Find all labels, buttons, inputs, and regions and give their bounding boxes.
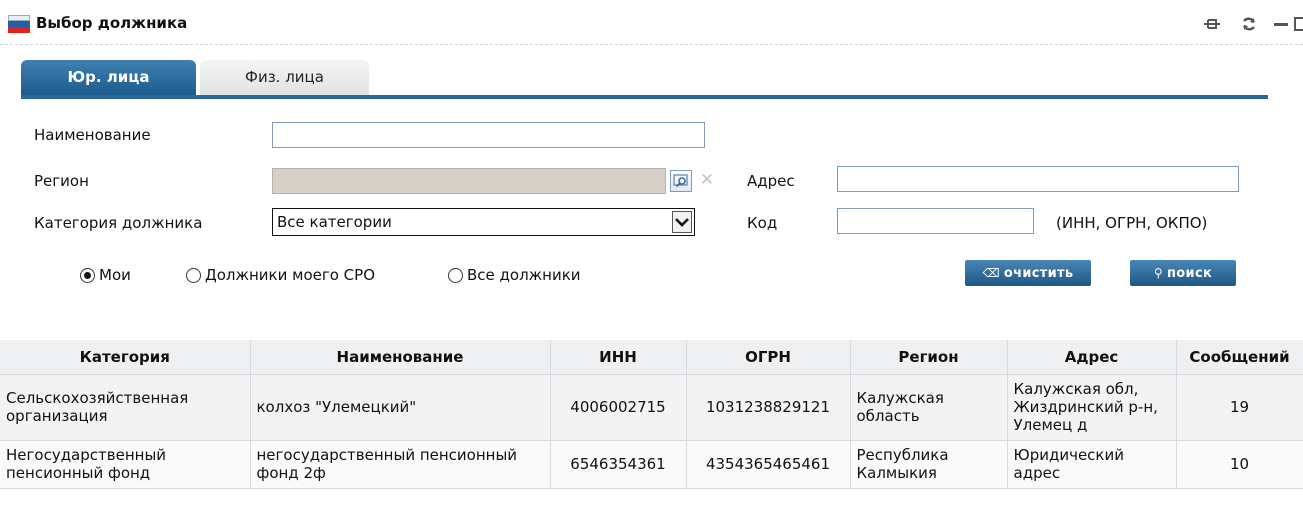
radio-unselected-icon[interactable] — [448, 267, 463, 283]
address-label: Адрес — [747, 172, 795, 190]
radio-unselected-icon[interactable] — [186, 267, 201, 283]
cell-messages: 19 — [1176, 374, 1303, 441]
clear-button[interactable]: ⌫ очистить — [965, 260, 1091, 286]
category-select[interactable]: Все категории — [272, 208, 695, 236]
cell-address: Калужская обл, Жиздринский р-н, Улемец д — [1007, 374, 1177, 441]
radio-my-sro-label: Должники моего СРО — [205, 266, 376, 284]
cell-name: негосударственный пенсионный фонд 2ф — [250, 440, 551, 489]
cell-inn: 4006002715 — [550, 374, 687, 441]
table-row[interactable]: Негосударственный пенсионный фонд негосу… — [0, 440, 1303, 489]
radio-my-sro[interactable]: Должники моего СРО — [186, 264, 375, 286]
tab-individuals[interactable]: Физ. лица — [200, 60, 369, 96]
code-hint: (ИНН, ОГРН, ОКПО) — [1056, 214, 1208, 232]
search-button[interactable]: ⚲ поиск — [1130, 260, 1236, 286]
maximize-icon[interactable] — [1292, 13, 1303, 35]
tab-legal-entities[interactable]: Юр. лица — [21, 60, 196, 96]
column-header-name[interactable]: Наименование — [250, 340, 551, 375]
radio-mine[interactable]: Мои — [80, 264, 131, 286]
clear-icon[interactable]: ✕ — [696, 170, 718, 192]
cell-ogrn: 1031238829121 — [686, 374, 851, 441]
column-header-address[interactable]: Адрес — [1007, 340, 1177, 375]
minimize-icon[interactable] — [1270, 13, 1292, 35]
chevron-down-icon[interactable] — [672, 211, 692, 233]
cell-region: Калужская область — [850, 374, 1008, 441]
debtors-table: Категория Наименование ИНН ОГРН Регион А… — [0, 340, 1303, 489]
flag-icon — [8, 15, 30, 33]
search-icon: ⚲ — [1153, 266, 1164, 280]
lookup-icon[interactable] — [670, 170, 692, 192]
radio-all[interactable]: Все должники — [448, 264, 581, 286]
title-divider — [0, 44, 1303, 45]
cell-region: Республика Калмыкия — [850, 440, 1008, 489]
column-header-messages[interactable]: Сообщений — [1176, 340, 1303, 375]
refresh-icon[interactable] — [1238, 13, 1260, 35]
cell-category: Сельскохозяйственная организация — [0, 374, 251, 441]
column-header-category[interactable]: Категория — [0, 340, 251, 375]
column-header-inn[interactable]: ИНН — [550, 340, 687, 375]
region-field[interactable] — [272, 168, 666, 194]
window-title: Выбор должника — [36, 14, 188, 32]
code-input[interactable] — [837, 208, 1034, 234]
search-button-label: поиск — [1167, 266, 1213, 281]
address-input[interactable] — [837, 166, 1239, 192]
radio-mine-label: Мои — [99, 266, 131, 284]
column-header-ogrn[interactable]: ОГРН — [686, 340, 851, 375]
name-input[interactable] — [272, 122, 705, 148]
eraser-icon: ⌫ — [982, 266, 1000, 280]
cell-address: Юридический адрес — [1007, 440, 1177, 489]
cell-category: Негосударственный пенсионный фонд — [0, 440, 251, 489]
pin-icon[interactable] — [1201, 13, 1223, 35]
category-select-value: Все категории — [277, 213, 392, 231]
category-label: Категория должника — [34, 214, 203, 232]
radio-all-label: Все должники — [467, 266, 581, 284]
region-label: Регион — [34, 172, 89, 190]
name-label: Наименование — [34, 126, 151, 144]
clear-button-label: очистить — [1003, 266, 1074, 281]
cell-name: колхоз "Улемецкий" — [250, 374, 551, 441]
table-row[interactable]: Сельскохозяйственная организация колхоз … — [0, 374, 1303, 441]
column-header-region[interactable]: Регион — [850, 340, 1008, 375]
cell-messages: 10 — [1176, 440, 1303, 489]
table-header-row: Категория Наименование ИНН ОГРН Регион А… — [0, 340, 1303, 375]
cell-inn: 6546354361 — [550, 440, 687, 489]
cell-ogrn: 4354365465461 — [686, 440, 851, 489]
code-label: Код — [747, 214, 778, 232]
tab-underline — [21, 95, 1268, 99]
radio-selected-icon[interactable] — [80, 267, 95, 283]
window-titlebar: Выбор должника — [0, 0, 1303, 44]
